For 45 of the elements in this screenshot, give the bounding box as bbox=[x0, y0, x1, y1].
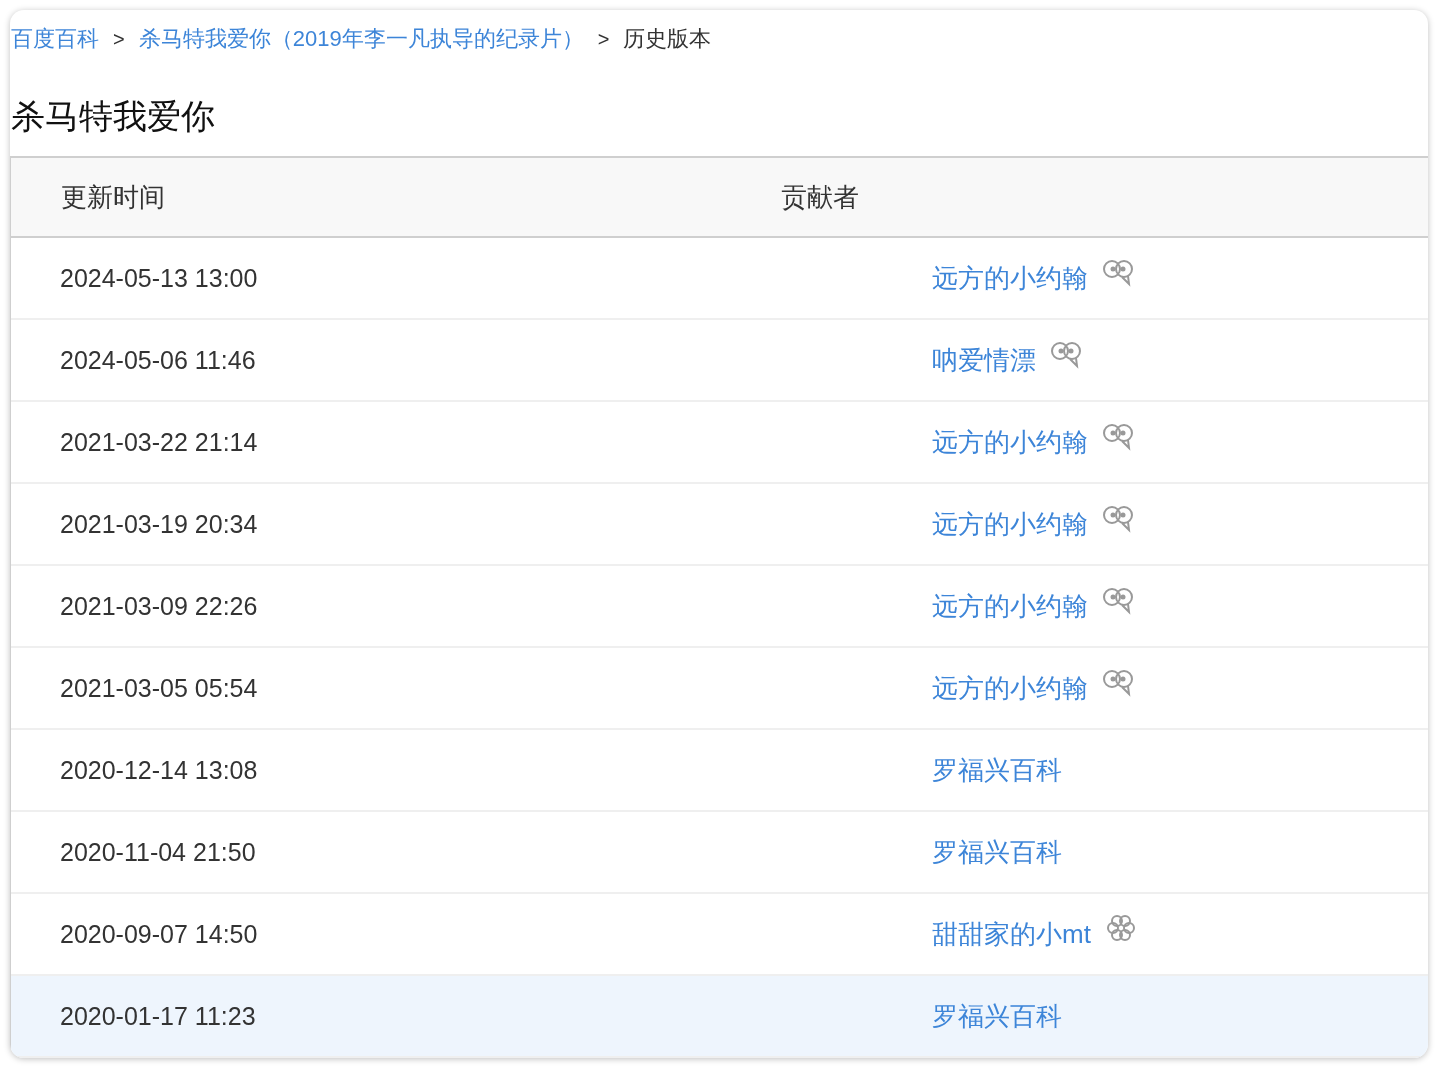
table-row[interactable]: 2021-03-05 05:54 远方的小约翰 bbox=[11, 648, 1428, 730]
table-row[interactable]: 2021-03-19 20:34 远方的小约翰 bbox=[11, 484, 1428, 566]
contributor-link[interactable]: 远方的小约翰 bbox=[932, 424, 1088, 460]
contributor-link[interactable]: 远方的小约翰 bbox=[932, 670, 1088, 706]
page-title: 杀马特我爱你 bbox=[10, 96, 216, 137]
contributor-link[interactable]: 远方的小约翰 bbox=[932, 506, 1088, 542]
table-row[interactable]: 2021-03-09 22:26 远方的小约翰 bbox=[11, 566, 1428, 648]
breadcrumb-link[interactable]: 百度百科 bbox=[11, 24, 99, 54]
contributor-link[interactable]: 远方的小约翰 bbox=[932, 588, 1088, 624]
time-cell-text: 2020-01-17 11:23 bbox=[59, 1001, 257, 1031]
breadcrumb-separator: > bbox=[597, 27, 610, 51]
column-header: 贡献者 bbox=[780, 180, 860, 214]
breadcrumb-link[interactable]: 杀马特我爱你（2019年李一凡执导的纪录片） bbox=[138, 24, 584, 54]
contributor-link[interactable]: 甜甜家的小mt bbox=[932, 916, 1091, 952]
table-row[interactable]: 2020-09-07 14:50 甜甜家的小mt bbox=[11, 894, 1428, 976]
time-cell-text: 2020-12-14 13:08 bbox=[59, 755, 259, 785]
time-cell-text: 2024-05-06 11:46 bbox=[59, 345, 257, 375]
contributor-link[interactable]: 罗福兴百科 bbox=[932, 998, 1062, 1034]
eyes-bubble-icon bbox=[1102, 257, 1134, 287]
contributor-link[interactable]: 远方的小约翰 bbox=[932, 260, 1088, 296]
contributor-link[interactable]: 罗福兴百科 bbox=[932, 752, 1062, 788]
column-header: 更新时间 bbox=[60, 180, 166, 214]
contributor-link[interactable]: 呐爱情漂 bbox=[932, 342, 1036, 378]
time-cell-text: 2024-05-13 13:00 bbox=[59, 263, 259, 293]
contributor-link[interactable]: 罗福兴百科 bbox=[932, 834, 1062, 870]
table-row[interactable]: 2024-05-06 11:46 呐爱情漂 bbox=[11, 320, 1428, 402]
table-row[interactable]: 2024-05-13 13:00 远方的小约翰 bbox=[11, 238, 1428, 320]
time-cell-text: 2021-03-05 05:54 bbox=[59, 673, 259, 703]
time-cell-text: 2021-03-09 22:26 bbox=[59, 591, 259, 621]
breadcrumb-separator: > bbox=[113, 27, 125, 51]
time-cell-text: 2021-03-19 20:34 bbox=[59, 509, 259, 539]
eyes-bubble-icon bbox=[1102, 667, 1134, 697]
time-cell-text: 2021-03-22 21:14 bbox=[59, 427, 259, 457]
table-row[interactable]: 2020-11-04 21:50 罗福兴百科 bbox=[11, 812, 1428, 894]
time-cell-text: 2020-11-04 21:50 bbox=[59, 837, 257, 867]
eyes-bubble-icon bbox=[1102, 503, 1134, 533]
breadcrumb-current: 历史版本 bbox=[623, 25, 712, 53]
eyes-bubble-icon bbox=[1102, 585, 1134, 615]
table-row[interactable]: 2020-01-17 11:23 罗福兴百科 bbox=[11, 976, 1428, 1058]
time-cell-text: 2020-09-07 14:50 bbox=[59, 919, 259, 949]
eyes-bubble-icon bbox=[1102, 421, 1134, 451]
table-row[interactable]: 2021-03-22 21:14 远方的小约翰 bbox=[11, 402, 1428, 484]
flower-icon bbox=[1104, 913, 1137, 943]
table-row[interactable]: 2020-12-14 13:08 罗福兴百科 bbox=[11, 730, 1428, 812]
eyes-bubble-icon bbox=[1050, 339, 1082, 369]
